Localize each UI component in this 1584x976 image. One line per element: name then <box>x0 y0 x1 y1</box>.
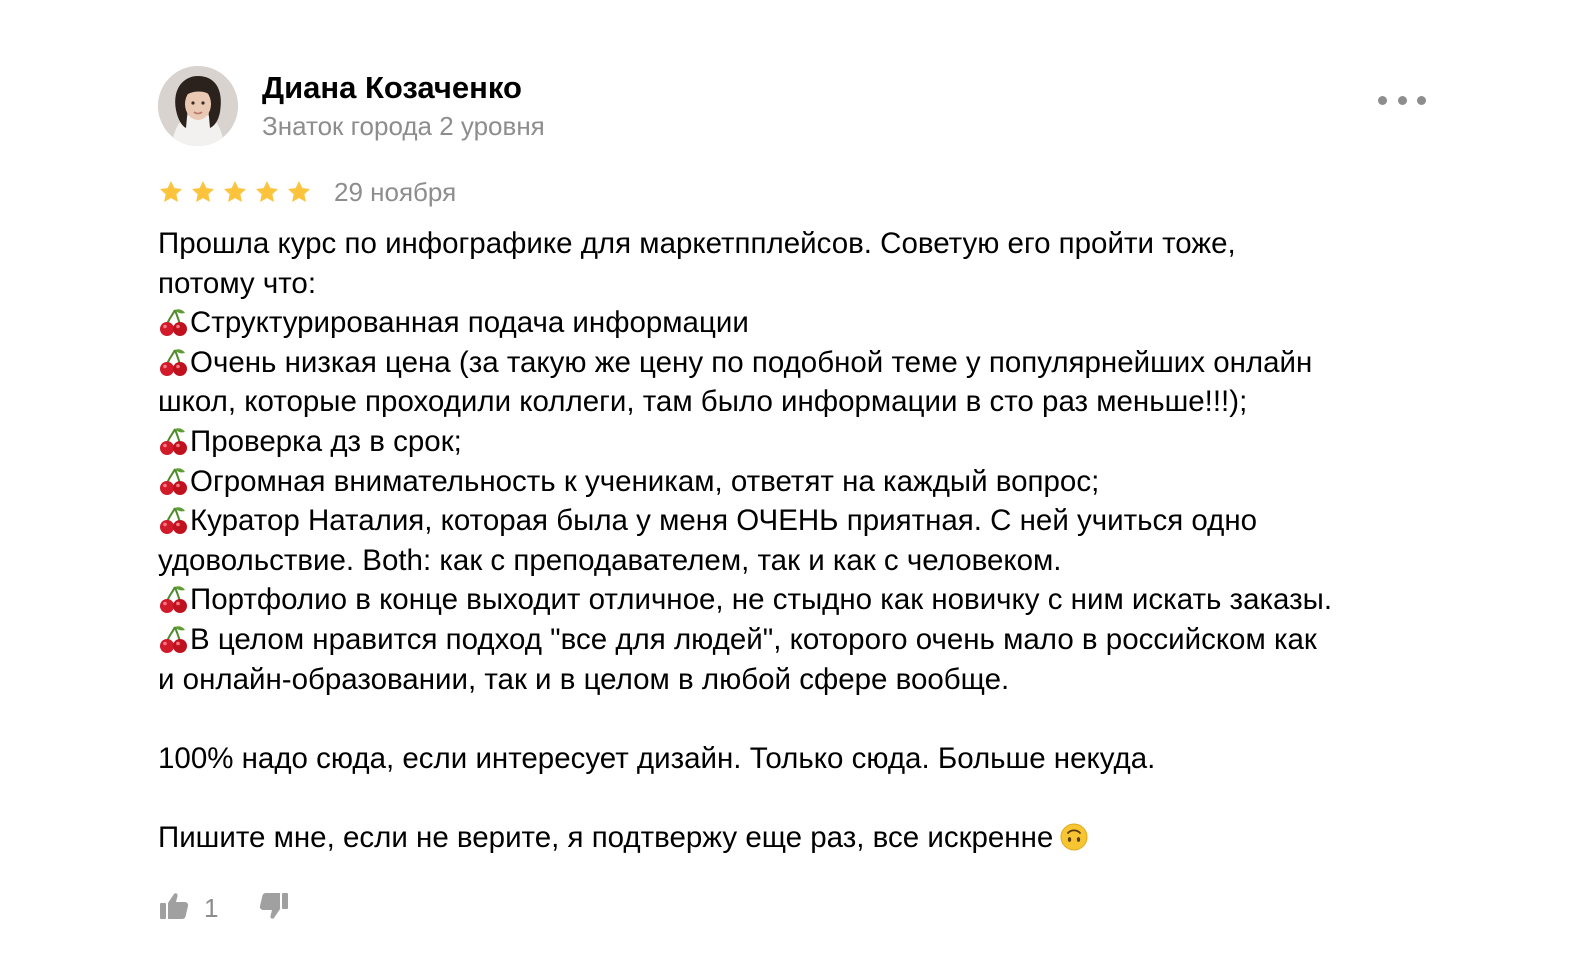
review-actions: 1 <box>158 888 290 928</box>
author-name[interactable]: Диана Козаченко <box>262 70 522 106</box>
more-dot <box>1417 95 1426 105</box>
star-icon <box>158 179 184 205</box>
thumbs-up-icon <box>158 890 190 927</box>
bullet-item: Проверка дз в срок; <box>158 422 1448 462</box>
review-line: 100% надо сюда, если интересует дизайн. … <box>158 741 1156 775</box>
review-line: потому что: <box>158 266 317 300</box>
bullet-text: Структурированная подача информации <box>190 306 749 340</box>
review-date: 29 ноября <box>334 177 457 207</box>
avatar-photo <box>158 66 238 146</box>
dislike-button[interactable] <box>258 890 290 927</box>
bullet-item: Куратор Наталия, которая была у меня ОЧЕ… <box>158 501 1448 541</box>
review-line: Прошла курс по инфографике для маркетппл… <box>158 227 1236 260</box>
bullet-text: Куратор Наталия, которая была у меня ОЧЕ… <box>190 504 1258 538</box>
more-dots-icon <box>1378 95 1387 105</box>
bullet-text: Проверка дз в срок; <box>190 424 462 458</box>
bullet-text: В целом нравится подход "все для людей",… <box>190 622 1317 656</box>
bullet-item: В целом нравится подход "все для людей",… <box>158 620 1448 660</box>
like-count: 1 <box>204 893 219 923</box>
cherries-icon <box>158 583 190 615</box>
rating-stars <box>158 179 312 205</box>
cherries-icon <box>158 346 190 378</box>
cherries-icon <box>158 623 190 655</box>
rating-row: 29 ноября <box>158 174 456 210</box>
review-line: школ, которые проходили коллеги, там был… <box>158 385 1248 419</box>
star-icon <box>190 179 216 205</box>
bullet-text: Очень низкая цена (за такую же цену по п… <box>190 345 1313 379</box>
review-text: Прошла курс по инфографике для маркетппл… <box>158 224 1448 858</box>
bullet-text: Огромная внимательность к ученикам, отве… <box>190 464 1100 498</box>
cherries-icon <box>158 504 190 536</box>
bullet-item: Структурированная подача информации <box>158 303 1448 343</box>
review-final-text: Пишите мне, если не верите, я подтвержу … <box>158 820 1054 854</box>
bullet-text: Портфолио в конце выходит отличное, не с… <box>190 583 1333 617</box>
cherries-icon <box>158 306 190 338</box>
more-dot <box>1397 95 1407 105</box>
bullet-item: Огромная внимательность к ученикам, отве… <box>158 462 1448 502</box>
like-button[interactable]: 1 <box>158 890 218 927</box>
review-line: удовольствие. Both: как с преподавателем… <box>158 543 1062 577</box>
star-icon <box>254 179 280 205</box>
star-icon <box>222 179 248 205</box>
cherries-icon <box>158 465 190 497</box>
bullet-item: Очень низкая цена (за такую же цену по п… <box>158 343 1448 383</box>
star-icon <box>286 179 312 205</box>
author-level: Знаток города 2 уровня <box>262 111 545 141</box>
more-options-button[interactable] <box>1378 84 1426 116</box>
cherries-icon <box>158 425 190 457</box>
review-line-final: Пишите мне, если не верите, я подтвержу … <box>158 818 1448 858</box>
bullet-item: Портфолио в конце выходит отличное, не с… <box>158 580 1448 620</box>
thumbs-down-icon <box>258 890 290 927</box>
review-card: Диана Козаченко Знаток города 2 уровня 2… <box>0 0 1584 976</box>
upside-down-face-icon <box>1059 822 1089 852</box>
avatar[interactable] <box>158 66 238 146</box>
review-line: и онлайн-образовании, так и в целом в лю… <box>158 662 1010 696</box>
